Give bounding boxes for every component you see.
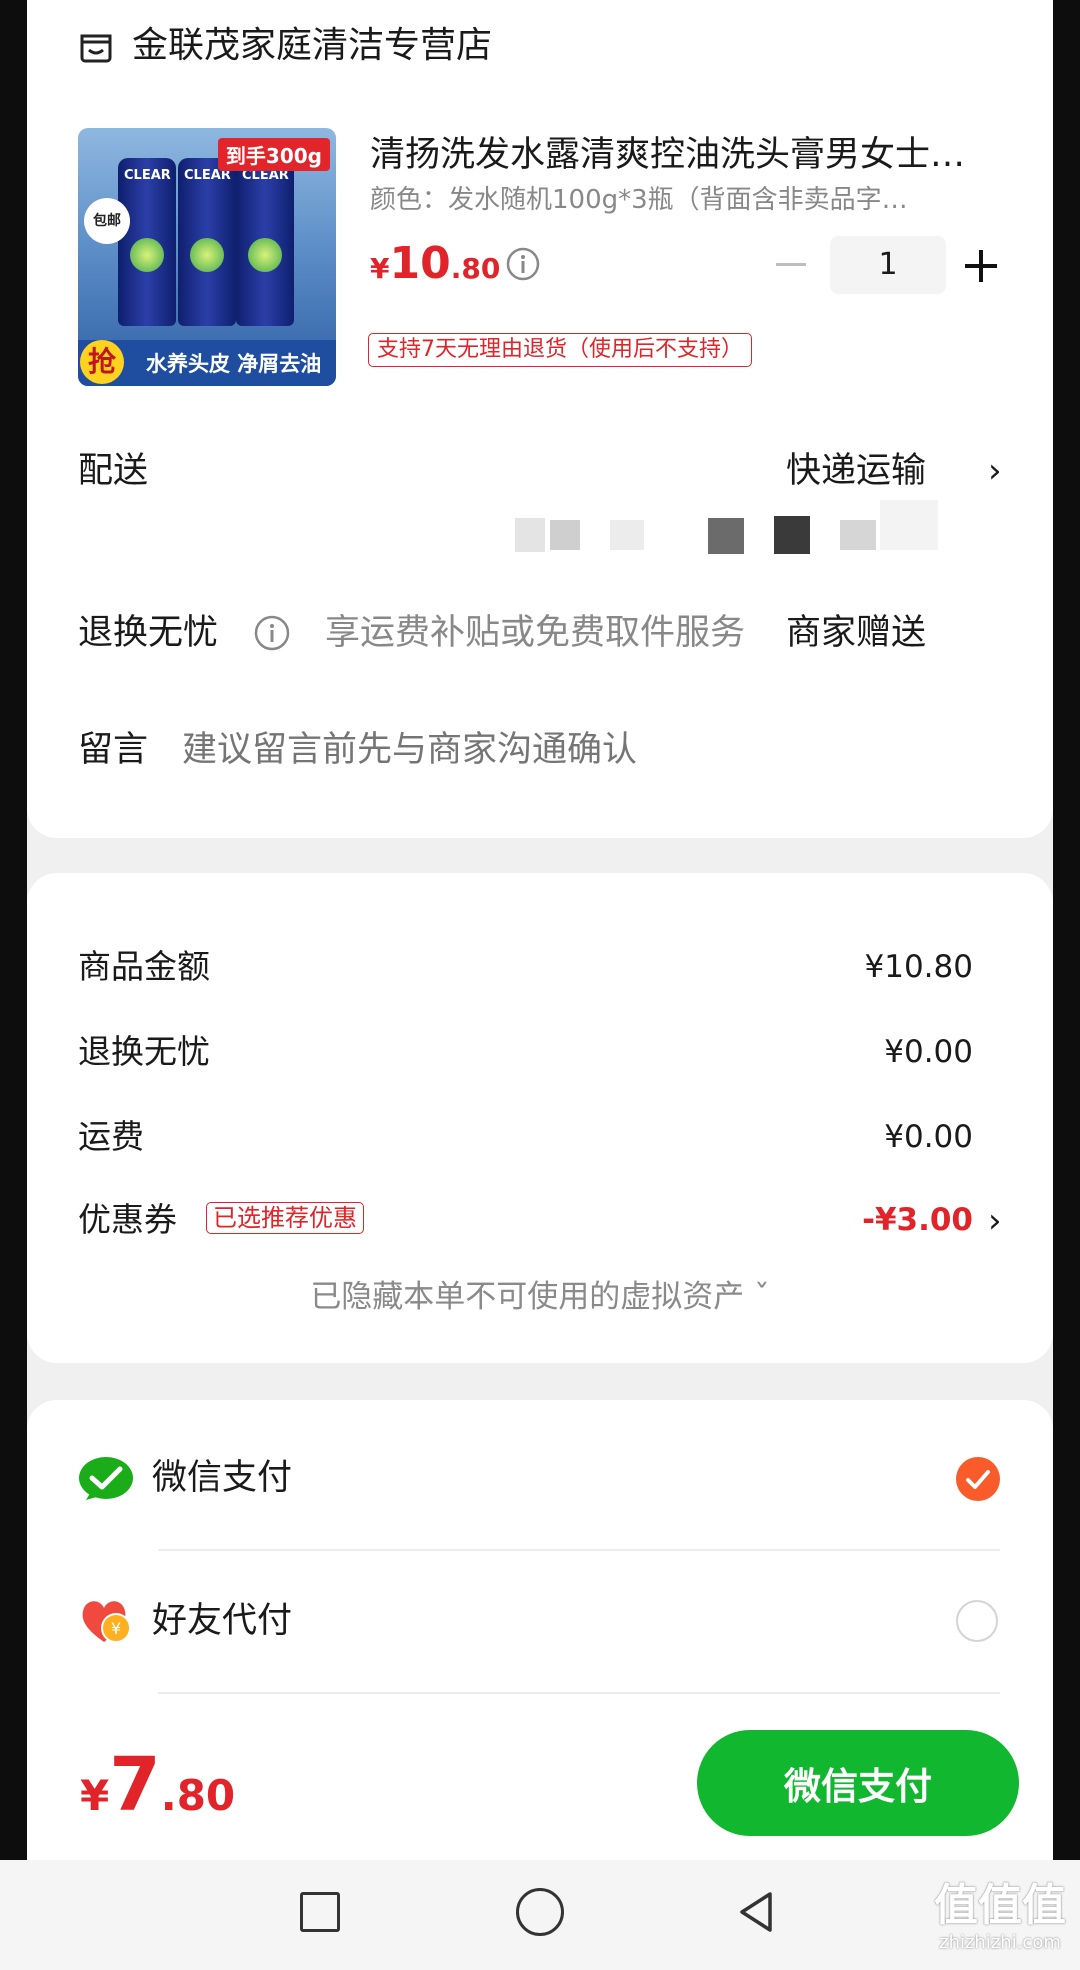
freight-label: 运费 bbox=[78, 1117, 144, 1156]
wechat-pay-button[interactable]: 微信支付 bbox=[697, 1730, 1019, 1836]
back-icon[interactable] bbox=[732, 1888, 780, 1936]
image-slogan: 水养头皮 净屑去油 bbox=[146, 352, 322, 376]
quantity-minus-button[interactable] bbox=[776, 263, 806, 266]
worry-free-label: 退换无忧 bbox=[78, 613, 219, 653]
delivery-label: 配送 bbox=[78, 451, 149, 491]
goods-amount-label: 商品金额 bbox=[78, 947, 210, 986]
bottle-graphic: CLEAR bbox=[118, 158, 176, 326]
friend-pay-label[interactable]: 好友代付 bbox=[152, 1598, 292, 1644]
worry-free-fee-label: 退换无忧 bbox=[78, 1032, 210, 1071]
watermark: 值值值 zhizhizhi.com bbox=[930, 1880, 1070, 1954]
recent-apps-icon[interactable] bbox=[300, 1892, 340, 1932]
wechat-pay-icon bbox=[79, 1457, 133, 1500]
delivery-chevron-right-icon[interactable]: › bbox=[988, 448, 1002, 494]
blurred-content bbox=[610, 520, 644, 550]
screen-edge-right bbox=[1053, 0, 1080, 1970]
image-free-shipping-badge: 包邮 bbox=[84, 198, 130, 244]
quantity-value[interactable]: 1 bbox=[830, 236, 946, 294]
wechat-pay-label[interactable]: 微信支付 bbox=[152, 1455, 292, 1501]
worry-free-info-icon[interactable] bbox=[253, 614, 291, 652]
coupon-value[interactable]: -¥3.00 bbox=[673, 1198, 973, 1242]
goods-amount-value: ¥10.80 bbox=[864, 949, 973, 985]
svg-text:¥: ¥ bbox=[111, 1619, 121, 1638]
quantity-plus-button-vertical[interactable] bbox=[979, 250, 983, 282]
worry-free-desc: 享运费补贴或免费取件服务 bbox=[325, 613, 746, 653]
blurred-content bbox=[708, 518, 744, 554]
image-grab-badge: 抢 bbox=[80, 340, 124, 384]
image-weight-tag: 到手300g bbox=[217, 138, 330, 171]
blurred-content bbox=[774, 516, 810, 554]
payment-methods-card bbox=[27, 1400, 1053, 1720]
divider bbox=[158, 1692, 1000, 1694]
product-title[interactable]: 清扬洗发水露清爽控油洗头膏男女士… bbox=[370, 132, 1010, 178]
freight-value: ¥0.00 bbox=[884, 1119, 973, 1155]
coupon-label: 优惠券 bbox=[78, 1200, 177, 1239]
product-price: ¥10.80 bbox=[370, 238, 501, 289]
bottle-graphic: CLEAR bbox=[178, 158, 236, 326]
coupon-tag[interactable]: 已选推荐优惠 bbox=[206, 1202, 364, 1234]
price-info-icon[interactable] bbox=[505, 246, 541, 282]
return-policy-tag: 支持7天无理由退货（使用后不支持） bbox=[368, 333, 752, 367]
message-input[interactable] bbox=[182, 727, 962, 773]
store-icon bbox=[80, 34, 112, 63]
message-label: 留言 bbox=[78, 730, 149, 770]
worry-free-fee-value: ¥0.00 bbox=[884, 1034, 973, 1070]
blurred-content bbox=[840, 520, 876, 550]
friend-pay-radio[interactable] bbox=[956, 1600, 998, 1642]
bottle-graphic: CLEAR bbox=[236, 158, 294, 326]
wechat-pay-selected-check-icon[interactable] bbox=[956, 1457, 1000, 1501]
worry-free-value: 商家赠送 bbox=[786, 613, 927, 653]
store-name[interactable]: 金联茂家庭清洁专营店 bbox=[132, 22, 492, 70]
friend-pay-icon: ¥ bbox=[82, 1601, 131, 1643]
watermark-logo: 值值值 bbox=[934, 1880, 1066, 1931]
blurred-content bbox=[515, 518, 545, 552]
total-price: ¥7.80 bbox=[80, 1742, 236, 1828]
screen-edge-left bbox=[0, 0, 27, 1970]
order-item-card bbox=[27, 0, 1053, 838]
delivery-value[interactable]: 快递运输 bbox=[786, 448, 926, 494]
home-icon[interactable] bbox=[516, 1888, 564, 1936]
product-spec[interactable]: 颜色：发水随机100g*3瓶（背面含非卖品字… bbox=[370, 182, 950, 218]
blurred-content bbox=[550, 520, 580, 550]
hidden-assets-toggle[interactable]: 已隐藏本单不可使用的虚拟资产 ˇ bbox=[0, 1275, 1080, 1319]
blurred-content bbox=[880, 500, 938, 550]
product-image[interactable]: CLEAR CLEAR CLEAR 到手300g 包邮 抢 水养头皮 净屑去油 bbox=[78, 128, 336, 386]
coupon-chevron-right-icon[interactable]: › bbox=[988, 1198, 1002, 1244]
divider bbox=[158, 1549, 1000, 1551]
watermark-url: zhizhizhi.com bbox=[939, 1932, 1061, 1953]
